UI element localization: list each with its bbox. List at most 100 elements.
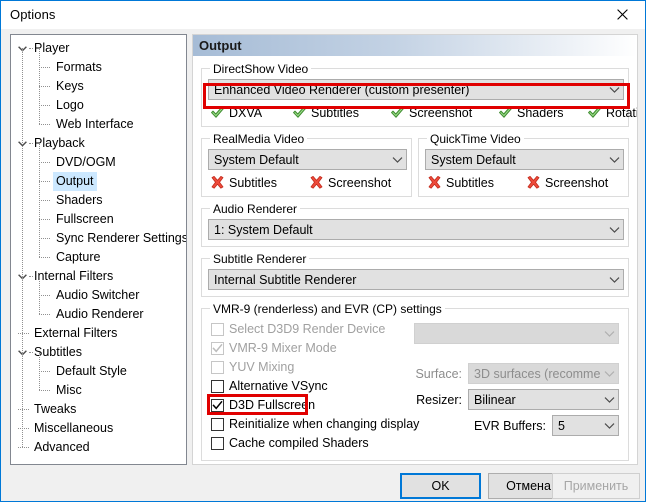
sidebar-item-audio-renderer[interactable]: Audio Renderer — [11, 305, 186, 324]
sidebar-item-misc[interactable]: Misc — [11, 381, 186, 400]
checkbox-box — [211, 342, 224, 355]
checkbox-alternative-vsync[interactable]: Alternative VSync — [211, 379, 328, 393]
subtitle-renderer-combo[interactable]: Internal Subtitle Renderer — [208, 269, 624, 290]
audio-renderer-combo[interactable]: 1: System Default — [208, 219, 624, 240]
directshow-capabilities-row: DXVA Subtitles Screenshot Shaders Rotati… — [208, 105, 624, 122]
ok-button[interactable]: OK — [400, 473, 481, 499]
checkbox-d3d-fullscreen[interactable]: D3D Fullscreen — [211, 398, 315, 412]
chevron-down-icon — [601, 330, 618, 338]
sidebar-item-label: Sync Renderer Settings — [53, 229, 187, 248]
realmedia-capabilities-row: Subtitles Screenshot — [208, 175, 407, 192]
sidebar-item-player[interactable]: Player — [11, 39, 186, 58]
sidebar-item-playback[interactable]: Playback — [11, 134, 186, 153]
capability-screenshot: Screenshot — [390, 105, 472, 120]
close-button[interactable] — [599, 1, 645, 28]
surface-combo: 3D surfaces (recommended) — [468, 363, 619, 384]
options-content-panel: Output DirectShow Video Enhanced Video R… — [192, 34, 638, 465]
directshow-renderer-value: Enhanced Video Renderer (custom presente… — [209, 83, 606, 97]
checkbox-box — [211, 361, 224, 374]
sidebar-item-label: Advanced — [31, 438, 93, 457]
subtitle-renderer-group: Subtitle Renderer Internal Subtitle Rend… — [201, 258, 629, 297]
cancel-button-label: Отмена — [506, 479, 551, 493]
checkbox-cache-compiled-shaders[interactable]: Cache compiled Shaders — [211, 436, 369, 450]
check-icon — [210, 105, 225, 120]
evr-buffers-combo[interactable]: 5 — [552, 415, 619, 436]
chevron-down-icon — [606, 156, 623, 164]
checkbox-label: D3D Fullscreen — [229, 398, 315, 412]
checkbox-box — [211, 437, 224, 450]
directshow-video-group: DirectShow Video Enhanced Video Renderer… — [201, 68, 629, 127]
navigation-tree[interactable]: PlayerFormatsKeysLogoWeb InterfacePlayba… — [10, 34, 187, 465]
tree-rail — [39, 48, 41, 124]
quicktime-video-group-title: QuickTime Video — [427, 132, 524, 146]
capability-label: Subtitles — [229, 176, 277, 190]
d3d9-device-combo — [414, 323, 619, 344]
tree-rail — [39, 143, 41, 257]
directshow-video-group-title: DirectShow Video — [210, 62, 311, 76]
check-icon — [587, 105, 602, 120]
sidebar-item-dvd-ogm[interactable]: DVD/OGM — [11, 153, 186, 172]
sidebar-item-keys[interactable]: Keys — [11, 77, 186, 96]
sidebar-item-label: Keys — [53, 77, 87, 96]
checkbox-label: VMR-9 Mixer Mode — [229, 341, 337, 355]
checkbox-yuv-mixing: YUV Mixing — [211, 360, 294, 374]
chevron-down-icon — [606, 276, 623, 284]
title-bar: Options — [1, 1, 645, 29]
window-title: Options — [10, 7, 56, 22]
realmedia-renderer-combo[interactable]: System Default — [208, 149, 407, 170]
sidebar-item-external-filters[interactable]: External Filters — [11, 324, 186, 343]
sidebar-item-label: Misc — [53, 381, 85, 400]
evr-buffers-value: 5 — [553, 419, 601, 433]
chevron-down-icon — [606, 226, 623, 234]
chevron-down-icon — [389, 156, 406, 164]
directshow-renderer-combo[interactable]: Enhanced Video Renderer (custom presente… — [208, 79, 624, 100]
sidebar-item-capture[interactable]: Capture — [11, 248, 186, 267]
capability-label: Screenshot — [545, 176, 608, 190]
checkbox-label: YUV Mixing — [229, 360, 294, 374]
page-title: Output — [199, 38, 242, 53]
apply-button: Применить — [552, 473, 640, 499]
options-dialog-window: Options PlayerFormatsKeysLogoWeb Interfa… — [0, 0, 646, 502]
sidebar-item-fullscreen[interactable]: Fullscreen — [11, 210, 186, 229]
sidebar-item-subtitles[interactable]: Subtitles — [11, 343, 186, 362]
capability-label: Screenshot — [409, 106, 472, 120]
sidebar-item-formats[interactable]: Formats — [11, 58, 186, 77]
sidebar-item-internal-filters[interactable]: Internal Filters — [11, 267, 186, 286]
page-header-band: Output — [193, 35, 637, 56]
cross-icon — [526, 175, 541, 190]
capability-label: Shaders — [517, 106, 564, 120]
chevron-down-icon — [601, 422, 618, 430]
surface-value: 3D surfaces (recommended) — [469, 367, 601, 381]
sidebar-item-shaders[interactable]: Shaders — [11, 191, 186, 210]
cross-icon — [427, 175, 442, 190]
tree-rail — [22, 48, 24, 447]
realmedia-video-group-title: RealMedia Video — [210, 132, 307, 146]
checkbox-label: Select D3D9 Render Device — [229, 322, 385, 336]
sidebar-item-label: Miscellaneous — [31, 419, 116, 438]
sidebar-item-logo[interactable]: Logo — [11, 96, 186, 115]
capability-screenshot: Screenshot — [526, 175, 608, 190]
checkbox-select-d3d9-render-device: Select D3D9 Render Device — [211, 322, 385, 336]
sidebar-item-audio-switcher[interactable]: Audio Switcher — [11, 286, 186, 305]
audio-renderer-group: Audio Renderer 1: System Default — [201, 208, 629, 247]
sidebar-item-miscellaneous[interactable]: Miscellaneous — [11, 419, 186, 438]
sidebar-item-label: Default Style — [53, 362, 130, 381]
check-icon — [390, 105, 405, 120]
sidebar-item-sync-renderer-settings[interactable]: Sync Renderer Settings — [11, 229, 186, 248]
resizer-value: Bilinear — [469, 393, 601, 407]
cross-icon — [309, 175, 324, 190]
sidebar-item-tweaks[interactable]: Tweaks — [11, 400, 186, 419]
sidebar-item-default-style[interactable]: Default Style — [11, 362, 186, 381]
sidebar-item-output[interactable]: Output — [11, 172, 186, 191]
quicktime-renderer-combo[interactable]: System Default — [425, 149, 624, 170]
tree-connector — [18, 447, 29, 449]
sidebar-item-web-interface[interactable]: Web Interface — [11, 115, 186, 134]
sidebar-item-label: Internal Filters — [31, 267, 116, 286]
sidebar-item-label: External Filters — [31, 324, 120, 343]
capability-rotation: Rotation — [587, 105, 638, 120]
checkbox-reinitialize-when-changing-display[interactable]: Reinitialize when changing display — [211, 417, 419, 431]
evr-buffers-label: EVR Buffers: — [454, 419, 546, 433]
sidebar-item-advanced[interactable]: Advanced — [11, 438, 186, 457]
resizer-combo[interactable]: Bilinear — [468, 389, 619, 410]
chevron-down-icon — [601, 370, 618, 378]
